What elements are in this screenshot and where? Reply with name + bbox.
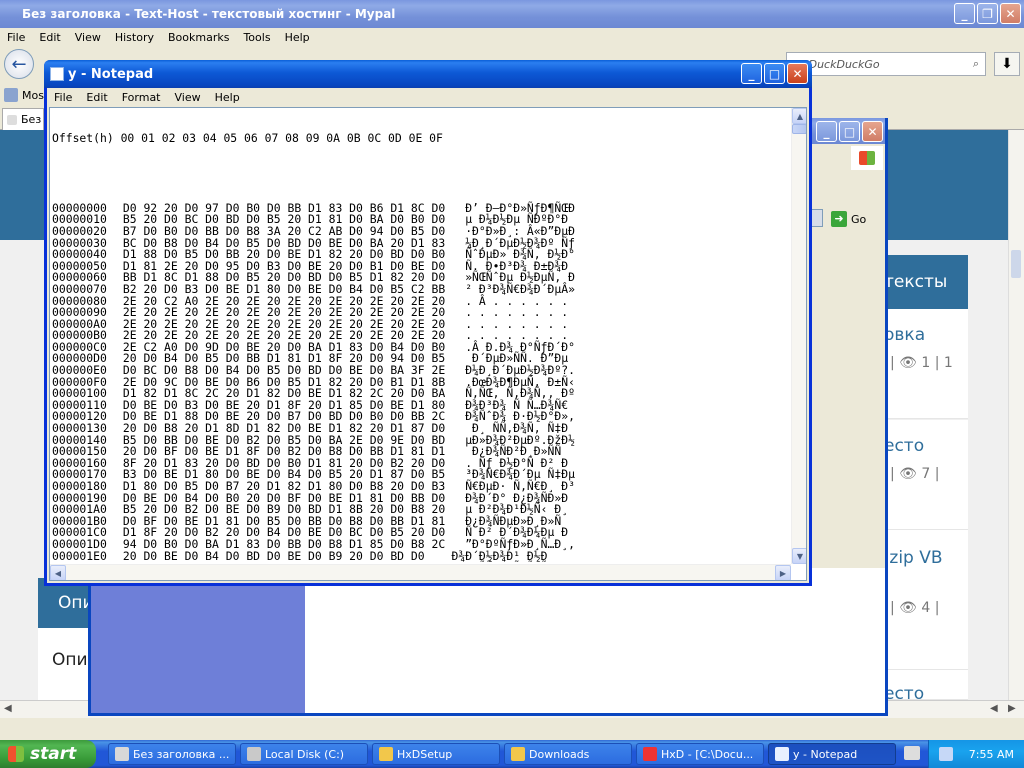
scroll-right-icon[interactable]: ▶ xyxy=(775,565,791,580)
restore-button[interactable]: ❐ xyxy=(977,3,998,24)
menu-view[interactable]: View xyxy=(168,91,208,104)
clock[interactable]: 7:55 AM xyxy=(969,748,1014,761)
hex-text: ¹ ÑÑ‚Ð°Ñ€ÑƒÑ…Ð¸ xyxy=(465,560,568,562)
scroll-thumb[interactable] xyxy=(1011,250,1021,278)
minimize-button[interactable]: _ xyxy=(816,121,837,142)
notepad-horizontal-scrollbar[interactable]: ◀ ▶ xyxy=(50,564,791,580)
taskbar: start Без заголовка ... Local Disk (C:) … xyxy=(0,740,1024,768)
task-hxd[interactable]: HxD - [C:\Docu... xyxy=(636,743,764,765)
task-hxdsetup[interactable]: HxDSetup xyxy=(372,743,500,765)
folder-icon xyxy=(511,747,525,761)
notepad-menu-bar: File Edit Format View Help xyxy=(47,88,809,106)
search-input[interactable]: ◔ DuckDuckGo ⌕ xyxy=(786,52,986,76)
task-browser[interactable]: Без заголовка ... xyxy=(108,743,236,765)
content-pane xyxy=(305,568,885,713)
hex-dump-text[interactable]: Offset(h) 00 01 02 03 04 05 06 07 08 09 … xyxy=(52,110,790,562)
menu-help[interactable]: Help xyxy=(208,91,247,104)
menu-help[interactable]: Help xyxy=(278,31,317,44)
task-label: Без заголовка ... xyxy=(133,747,230,761)
menu-edit[interactable]: Edit xyxy=(79,91,114,104)
task-local-disk[interactable]: Local Disk (C:) xyxy=(240,743,368,765)
minimize-button[interactable]: _ xyxy=(954,3,975,24)
menu-view[interactable]: View xyxy=(68,31,108,44)
item-stats: | 👁 4 | xyxy=(890,600,940,616)
browser-menu-bar: File Edit View History Bookmarks Tools H… xyxy=(0,28,1024,46)
download-arrow-icon[interactable]: ⬇ xyxy=(994,52,1020,76)
item-title[interactable]: есто xyxy=(884,684,968,699)
start-button[interactable]: start xyxy=(0,740,96,768)
browser-title-bar[interactable]: Без заголовка - Text-Host - текстовый хо… xyxy=(0,0,1024,28)
scroll-down-icon[interactable]: ▼ xyxy=(792,548,806,564)
task-label: HxD - [C:\Docu... xyxy=(661,747,754,761)
scroll-left-icon[interactable]: ◀ xyxy=(990,703,998,714)
menu-file[interactable]: File xyxy=(47,91,79,104)
task-label: y - Notepad xyxy=(793,747,858,761)
close-button[interactable]: ✕ xyxy=(862,121,883,142)
task-notepad[interactable]: y - Notepad xyxy=(768,743,896,765)
notepad-vertical-scrollbar[interactable]: ▲ ▼ xyxy=(791,108,806,564)
network-icon[interactable] xyxy=(938,747,953,761)
task-label: Downloads xyxy=(529,747,590,761)
scroll-thumb[interactable] xyxy=(792,124,806,134)
search-icon[interactable]: ⌕ xyxy=(973,57,979,71)
task-downloads[interactable]: Downloads xyxy=(504,743,632,765)
hex-offset: 000001F0 xyxy=(52,560,107,562)
scroll-up-icon[interactable]: ▲ xyxy=(792,108,806,124)
search-placeholder: DuckDuckGo xyxy=(808,57,880,71)
browser-status-bar xyxy=(0,718,1024,740)
folder-icon xyxy=(379,747,393,761)
menu-format[interactable]: Format xyxy=(115,91,168,104)
go-button[interactable]: ➜ Go xyxy=(831,211,866,227)
notepad-icon xyxy=(50,67,64,81)
drive-icon xyxy=(247,747,261,761)
browser-tab[interactable]: Без xyxy=(2,108,44,130)
go-arrow-icon: ➜ xyxy=(831,211,847,227)
start-label: start xyxy=(30,744,77,764)
notepad-window: y - Notepad _ □ ✕ File Edit Format View … xyxy=(44,60,812,586)
page-icon xyxy=(7,114,17,125)
go-label: Go xyxy=(851,212,867,226)
notepad-text-area[interactable]: Offset(h) 00 01 02 03 04 05 06 07 08 09 … xyxy=(49,107,807,581)
task-label: HxDSetup xyxy=(397,747,453,761)
hxd-icon xyxy=(643,747,657,761)
minimize-button[interactable]: _ xyxy=(741,63,762,84)
item-stats: | 👁 7 | xyxy=(890,466,940,482)
item-title[interactable]: .zip VB xyxy=(884,548,968,568)
task-label: Local Disk (C:) xyxy=(265,747,345,761)
menu-tools[interactable]: Tools xyxy=(236,31,277,44)
back-arrow-icon[interactable]: ← xyxy=(4,49,34,79)
system-tray: 7:55 AM xyxy=(928,740,1024,768)
browser-icon xyxy=(115,747,129,761)
windows-logo-icon xyxy=(8,746,24,762)
side-panel xyxy=(91,568,305,713)
bookmark-folder-icon xyxy=(4,88,18,102)
notepad-title: y - Notepad xyxy=(68,66,154,82)
maximize-button[interactable]: □ xyxy=(839,121,860,142)
scroll-left-icon[interactable]: ◀ xyxy=(50,565,66,580)
menu-edit[interactable]: Edit xyxy=(32,31,67,44)
scroll-right-icon[interactable]: ▶ xyxy=(1008,703,1016,714)
hex-bytes: B9 20 D1 81 D1 82 D0 B0 D1 80 D1 83 D1 8… xyxy=(123,560,445,562)
hex-rows: 00000000 D0 92 20 D0 97 D0 B0 D0 BB D1 83… xyxy=(52,202,790,562)
item-stats: | 👁 1 | 1 xyxy=(890,355,953,371)
maximize-button[interactable]: □ xyxy=(764,63,785,84)
notepad-title-bar[interactable]: y - Notepad _ □ ✕ xyxy=(44,60,812,88)
item-title[interactable]: есто xyxy=(884,436,968,456)
page-vertical-scrollbar[interactable] xyxy=(1008,130,1024,700)
item-title[interactable]: овка xyxy=(884,325,968,345)
hex-header: Offset(h) 00 01 02 03 04 05 06 07 08 09 … xyxy=(52,131,443,146)
windows-logo-icon xyxy=(851,146,883,170)
tab-label: Без xyxy=(21,113,42,126)
close-button[interactable]: ✕ xyxy=(787,63,808,84)
notepad-icon xyxy=(775,747,789,761)
browser-title: Без заголовка - Text-Host - текстовый хо… xyxy=(22,7,396,21)
keyboard-icon[interactable] xyxy=(904,746,920,760)
scroll-left-icon[interactable]: ◀ xyxy=(4,703,12,714)
scroll-spacer xyxy=(1009,0,1024,14)
menu-file[interactable]: File xyxy=(0,31,32,44)
menu-bookmarks[interactable]: Bookmarks xyxy=(161,31,236,44)
menu-history[interactable]: History xyxy=(108,31,161,44)
